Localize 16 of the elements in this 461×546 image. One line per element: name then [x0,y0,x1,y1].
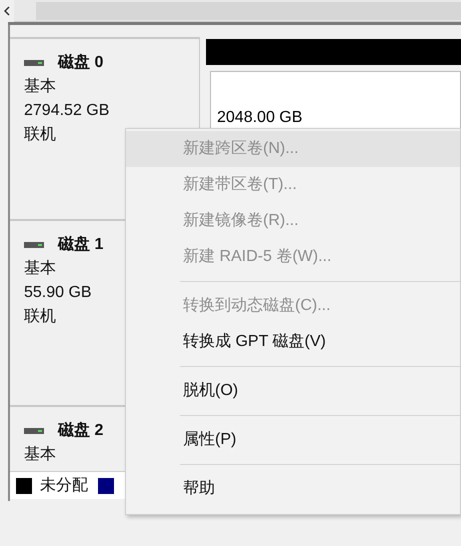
disk-type: 基本 [24,444,56,465]
menu-item[interactable]: 帮助 [126,471,460,507]
disk-size: 2794.52 GB [24,101,110,121]
scrollbar-track[interactable] [36,2,461,20]
chevron-left-icon [4,6,10,16]
legend-label: 未分配 [40,476,88,496]
disk-name: 磁盘 2 [58,420,104,441]
disk-type: 基本 [24,76,56,97]
disk-name: 磁盘 0 [58,52,104,73]
disk-name: 磁盘 1 [58,234,104,255]
disk-size: 55.90 GB [24,283,92,303]
scroll-left-button[interactable] [0,0,14,22]
disk-status: 联机 [24,307,56,327]
disk-type: 基本 [24,258,56,279]
disk-status: 联机 [24,125,56,145]
partition-size: 2048.00 GB [217,109,302,126]
